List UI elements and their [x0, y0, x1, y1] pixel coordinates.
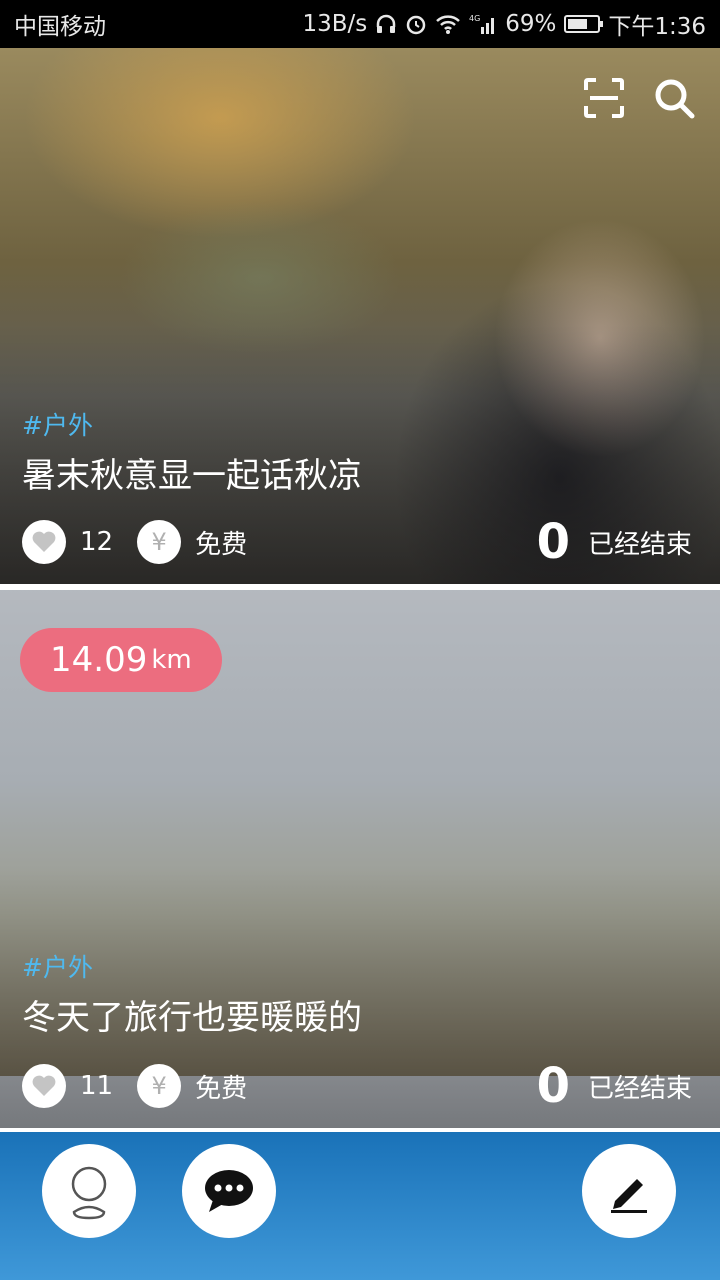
price-label: 免费 — [195, 1073, 248, 1104]
carrier-label: 中国移动 — [14, 14, 106, 40]
participant-count: 0 — [536, 514, 570, 570]
price-label: 免费 — [195, 529, 248, 560]
event-card-1[interactable]: #户外 暑末秋意显一起话秋凉 12 ¥ 免费 0 已经结束 — [0, 48, 720, 584]
event-card-2[interactable]: 14.09 km #户外 冬天了旅行也要暖暖的 11 ¥ 免费 0 已经结束 — [0, 590, 720, 1128]
chat-icon — [205, 1170, 253, 1212]
yen-icon: ¥ — [137, 1064, 182, 1108]
signal-icon: 4G — [469, 14, 495, 34]
profile-button[interactable] — [42, 1144, 136, 1238]
network-type: 4G — [469, 14, 480, 23]
like-count: 12 — [80, 527, 114, 557]
search-icon[interactable] — [652, 76, 696, 120]
heart-icon[interactable] — [22, 520, 66, 564]
scan-icon[interactable] — [582, 76, 626, 120]
participant-count: 0 — [536, 1058, 570, 1114]
distance-badge: 14.09 km — [20, 628, 222, 692]
event-meta: 12 ¥ 免费 0 已经结束 — [22, 518, 692, 566]
like-count: 11 — [80, 1071, 114, 1101]
heart-icon[interactable] — [22, 1064, 66, 1108]
top-actions — [582, 76, 696, 120]
headset-icon — [376, 14, 396, 33]
event-status: 已经结束 — [587, 1073, 692, 1104]
network-speed: 13B/s — [302, 11, 368, 37]
event-tag[interactable]: #户外 — [22, 406, 93, 442]
event-tag[interactable]: #户外 — [22, 948, 93, 984]
battery-percent: 69% — [505, 11, 557, 37]
event-status: 已经结束 — [587, 529, 692, 560]
event-meta: 11 ¥ 免费 0 已经结束 — [22, 1062, 692, 1110]
clock: 下午1:36 — [608, 14, 706, 40]
bottom-bar — [0, 1128, 720, 1280]
yen-icon: ¥ — [137, 520, 182, 564]
wifi-icon — [436, 15, 461, 34]
profile-icon — [71, 1166, 107, 1220]
status-bar: 中国移动 13B/s 4G 69% 下午1:36 — [0, 0, 720, 48]
distance-value: 14.09 — [50, 640, 148, 680]
edit-button[interactable] — [582, 1144, 676, 1238]
chat-button[interactable] — [182, 1144, 276, 1238]
event-title[interactable]: 暑末秋意显一起话秋凉 — [22, 448, 362, 497]
edit-icon — [611, 1179, 647, 1213]
event-title[interactable]: 冬天了旅行也要暖暖的 — [22, 990, 362, 1039]
battery-icon — [564, 15, 604, 33]
status-indicators: 13B/s 4G 69% 下午1:36 — [302, 7, 706, 41]
battery-level — [568, 19, 588, 29]
alarm-icon — [406, 15, 426, 35]
distance-unit: km — [151, 645, 192, 675]
